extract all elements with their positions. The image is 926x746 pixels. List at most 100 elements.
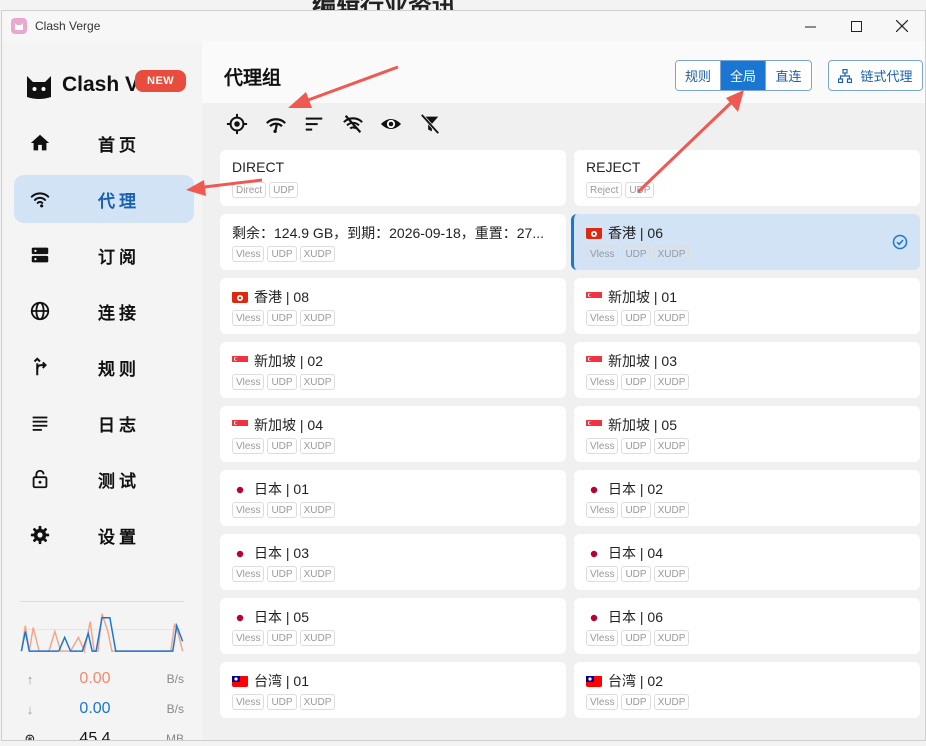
hide-unavailable-button[interactable] [340, 111, 366, 137]
singapore-flag-icon [232, 355, 248, 367]
globe-icon [27, 298, 53, 324]
sidebar-item-home[interactable]: 首页 [14, 119, 194, 167]
proxy-card[interactable]: 日本 | 04 Vless UDP XUDP [574, 534, 920, 590]
filter-off-button[interactable] [417, 111, 443, 137]
sidebar-item-settings[interactable]: 设置 [14, 511, 194, 559]
proxy-card[interactable]: 新加坡 | 05 Vless UDP XUDP [574, 406, 920, 462]
hong-kong-flag-icon [232, 291, 248, 303]
proxy-card[interactable]: 日本 | 02 Vless UDP XUDP [574, 470, 920, 526]
mode-direct-button[interactable]: 直连 [766, 61, 811, 90]
page-title: 代理组 [224, 68, 282, 89]
proxy-card[interactable]: 日本 | 01 Vless UDP XUDP [220, 470, 566, 526]
sidebar-item-label: 设置 [98, 527, 140, 547]
singapore-flag-icon [586, 291, 602, 303]
proxy-tag: Vless [232, 246, 265, 262]
singapore-flag-icon [232, 419, 248, 431]
proxy-toolbar [224, 111, 455, 137]
proxy-name-row: 剩余：124.9 GB，到期：2026-09-18，重置：27... [232, 223, 544, 243]
proxy-tag: Vless [586, 246, 619, 262]
sidebar-item-label: 代理 [98, 191, 140, 211]
proxy-name: 剩余：124.9 GB，到期：2026-09-18，重置：27... [232, 225, 545, 241]
proxy-tag: Vless [586, 630, 619, 646]
proxy-name: 台湾 | 02 [608, 673, 663, 689]
proxy-card[interactable]: 香港 | 06 Vless UDP XUDP [571, 214, 920, 270]
sort-icon [305, 117, 323, 131]
sort-button[interactable] [301, 111, 327, 137]
proxy-card[interactable]: 香港 | 08 Vless UDP XUDP [220, 278, 566, 334]
proxy-card[interactable]: 日本 | 06 Vless UDP XUDP [574, 598, 920, 654]
proxy-tag: UDP [267, 246, 297, 262]
proxy-card[interactable]: DIRECT Direct UDP [220, 150, 566, 206]
proxy-name: DIRECT [232, 159, 285, 175]
arrow-down-icon: ↓ [26, 701, 34, 717]
proxy-name: 台湾 | 01 [254, 673, 309, 689]
proxy-name: 日本 | 06 [608, 609, 663, 625]
proxy-tag: Vless [232, 374, 265, 390]
traffic-panel: ↑ 0.00 B/s ↓ 0.00 B/s ⊛ 45.4 MB [20, 601, 184, 741]
locate-button[interactable] [224, 111, 250, 137]
close-button[interactable] [879, 11, 925, 41]
proxy-card[interactable]: REJECT Reject UDP [574, 150, 920, 206]
singapore-flag-icon [586, 419, 602, 431]
speed-test-button[interactable] [263, 111, 289, 137]
proxy-tag: UDP [621, 630, 651, 646]
upload-speed: 0.00 [79, 670, 111, 687]
proxy-name: 日本 | 04 [608, 545, 663, 561]
proxy-tag: Vless [232, 310, 265, 326]
proxy-tags: Vless UDP XUDP [232, 694, 338, 710]
proxy-tag: Vless [586, 694, 619, 710]
memory-chip-icon: ⊛ [24, 731, 36, 741]
proxy-name: 新加坡 | 04 [254, 417, 323, 433]
minimize-button[interactable] [787, 11, 833, 41]
proxy-name-row: 台湾 | 02 [586, 671, 663, 691]
chain-proxy-button[interactable]: 链式代理 [828, 60, 923, 91]
sidebar-item-proxy[interactable]: 代理 [14, 175, 194, 223]
check-circle-icon [892, 234, 908, 250]
proxy-tag: UDP [621, 502, 651, 518]
proxy-name: 日本 | 05 [254, 609, 309, 625]
hong-kong-flag-icon [586, 227, 602, 239]
sidebar-item-subscriptions[interactable]: 订阅 [14, 231, 194, 279]
japan-flag-icon [586, 611, 602, 623]
maximize-button[interactable] [833, 11, 879, 41]
download-speed: 0.00 [79, 700, 111, 717]
proxy-card[interactable]: 新加坡 | 04 Vless UDP XUDP [220, 406, 566, 462]
window-title: Clash Verge [35, 19, 101, 33]
proxy-name-row: 新加坡 | 01 [586, 287, 677, 307]
proxy-card[interactable]: 台湾 | 02 Vless UDP XUDP [574, 662, 920, 718]
proxy-card[interactable]: 台湾 | 01 Vless UDP XUDP [220, 662, 566, 718]
proxy-tag: XUDP [653, 502, 690, 518]
proxy-tag: XUDP [653, 694, 690, 710]
hierarchy-icon [838, 68, 853, 83]
title-bar[interactable]: Clash Verge [2, 11, 925, 41]
sidebar-item-label: 测试 [98, 471, 140, 491]
proxy-card[interactable]: 新加坡 | 03 Vless UDP XUDP [574, 342, 920, 398]
proxy-card[interactable]: 新加坡 | 02 Vless UDP XUDP [220, 342, 566, 398]
proxy-card[interactable]: 日本 | 05 Vless UDP XUDP [220, 598, 566, 654]
show-type-button[interactable] [378, 111, 404, 137]
mode-rule-button[interactable]: 规则 [676, 61, 721, 90]
proxy-card[interactable]: 新加坡 | 01 Vless UDP XUDP [574, 278, 920, 334]
sidebar-item-connections[interactable]: 连接 [14, 287, 194, 335]
sidebar-item-label: 连接 [98, 303, 140, 323]
proxy-tag: Vless [232, 502, 265, 518]
proxy-tag: XUDP [653, 374, 690, 390]
logo-text: Clash Verge [62, 73, 142, 96]
filter-off-icon [420, 113, 439, 135]
proxy-tag: UDP [267, 310, 297, 326]
proxy-tag: XUDP [299, 502, 336, 518]
sidebar-item-test[interactable]: 测试 [14, 455, 194, 503]
proxy-card[interactable]: 日本 | 03 Vless UDP XUDP [220, 534, 566, 590]
list-icon [27, 410, 53, 436]
sidebar-item-rules[interactable]: 规则 [14, 343, 194, 391]
proxy-tags: Vless UDP XUDP [232, 502, 338, 518]
proxy-tag: UDP [621, 566, 651, 582]
proxy-tag: Vless [232, 630, 265, 646]
new-badge: NEW [135, 70, 187, 92]
sidebar-item-logs[interactable]: 日志 [14, 399, 194, 447]
proxy-tag: XUDP [653, 246, 690, 262]
proxy-tags: Direct UDP [232, 182, 301, 198]
proxy-name-row: 新加坡 | 03 [586, 351, 677, 371]
mode-global-button[interactable]: 全局 [721, 61, 766, 90]
proxy-card[interactable]: 剩余：124.9 GB，到期：2026-09-18，重置：27... Vless U… [220, 214, 566, 270]
